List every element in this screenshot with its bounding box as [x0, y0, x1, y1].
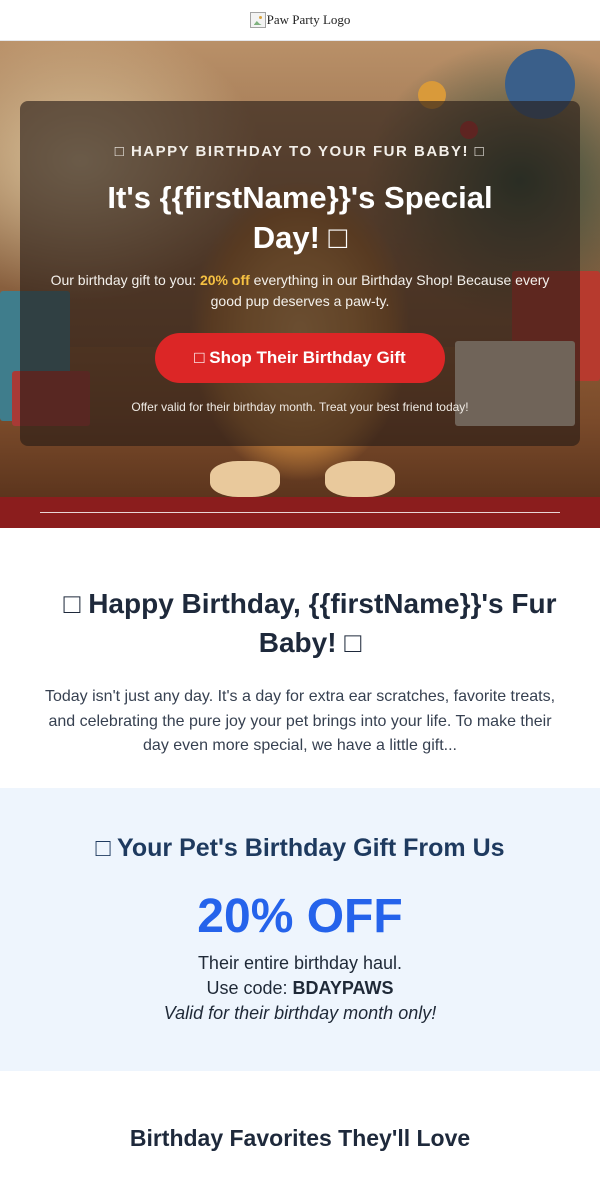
hero-title: It's {{firstName}}'s Special Day! □ — [107, 180, 493, 255]
intro-body: Today isn't just any day. It's a day for… — [44, 688, 556, 754]
discount-amount: 20% OFF — [197, 890, 403, 943]
gift-validity-note: Valid for their birthday month only! — [163, 1003, 437, 1023]
hero-kicker: □ HAPPY BIRTHDAY TO YOUR FUR BABY! □ — [114, 143, 486, 160]
gift-line-code: Use code: BDAYPAWS — [0, 976, 600, 1001]
broken-image-icon — [249, 12, 266, 28]
divider-rule — [40, 512, 560, 513]
hero-text: Our birthday gift to you: 20% off everyt… — [45, 270, 555, 312]
favorites-heading: Birthday Favorites They'll Love — [129, 1125, 471, 1151]
intro-heading: □ Happy Birthday, {{firstName}}'s Fur Ba… — [63, 588, 557, 658]
favorites-section: Birthday Favorites They'll Love — [0, 1071, 600, 1152]
hero-fineprint: Offer valid for their birthday month. Tr… — [131, 400, 469, 414]
hero-banner: □ HAPPY BIRTHDAY TO YOUR FUR BABY! □ It'… — [0, 41, 600, 497]
shop-birthday-gift-button[interactable]: □ Shop Their Birthday Gift — [155, 333, 445, 383]
hero-overlay-card: □ HAPPY BIRTHDAY TO YOUR FUR BABY! □ It'… — [20, 101, 580, 446]
email-header: Paw Party Logo — [0, 0, 600, 41]
hero-text-suffix: everything in our Birthday Shop! Because… — [210, 272, 550, 309]
hero-puppy-paw — [325, 461, 395, 497]
gift-line-haul: Their entire birthday haul. — [197, 953, 403, 973]
intro-section: □ Happy Birthday, {{firstName}}'s Fur Ba… — [0, 528, 600, 788]
hero-text-prefix: Our birthday gift to you: — [50, 272, 200, 288]
promo-code: BDAYPAWS — [292, 978, 394, 998]
gift-heading: □ Your Pet's Birthday Gift From Us — [95, 834, 505, 862]
logo[interactable]: Paw Party Logo — [249, 12, 351, 28]
hero-text-highlight: 20% off — [199, 272, 250, 288]
divider-band — [0, 497, 600, 528]
gift-offer-section: □ Your Pet's Birthday Gift From Us 20% O… — [0, 788, 600, 1071]
logo-alt-text: Paw Party Logo — [266, 12, 351, 27]
gift-details: Their entire birthday haul. Use code: BD… — [0, 951, 600, 1026]
hero-puppy-paw — [210, 461, 280, 497]
code-label: Use code: — [206, 978, 293, 998]
